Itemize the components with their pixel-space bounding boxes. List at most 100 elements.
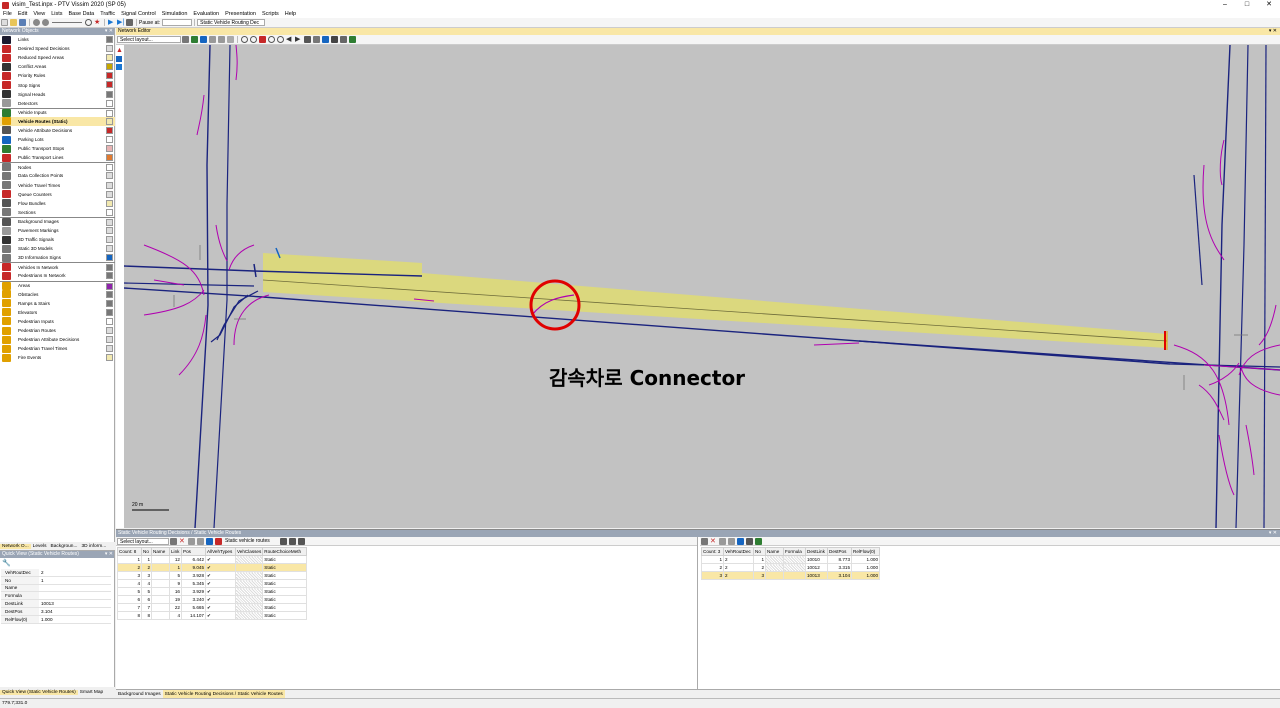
table-cell[interactable] — [151, 563, 170, 572]
table-row[interactable]: 5 5 16 3.929 ✔ Static — [117, 587, 308, 596]
edit-icon[interactable] — [701, 537, 708, 545]
link-right-ramp[interactable] — [1193, 174, 1203, 286]
step-icon[interactable]: ▶| — [117, 19, 124, 26]
network-object-color-swatch[interactable] — [106, 90, 113, 98]
table-cell[interactable]: 3 — [701, 571, 724, 580]
connector[interactable] — [1198, 384, 1225, 421]
column-header[interactable]: RouteChoiceMeth — [262, 547, 308, 556]
network-canvas[interactable]: 20 m 감속차로 Connector — [124, 45, 1280, 528]
table-cell[interactable]: 3.240 — [181, 595, 206, 604]
network-object-item[interactable]: 3D Traffic Signals — [0, 235, 115, 244]
network-object-item[interactable]: Public Transport Stops — [0, 144, 115, 153]
network-object-color-swatch[interactable] — [106, 308, 113, 316]
sort-icon[interactable] — [188, 537, 195, 545]
menu-presentation[interactable]: Presentation — [224, 11, 257, 17]
table-cell[interactable]: 10013 — [805, 571, 828, 580]
network-object-item[interactable]: Background Images — [0, 216, 115, 226]
network-object-color-swatch[interactable] — [106, 336, 113, 344]
network-object-item[interactable]: Ramps & Stairs — [0, 299, 115, 308]
undo-icon[interactable] — [33, 19, 40, 26]
relation-icon[interactable] — [215, 537, 222, 545]
table-cell[interactable] — [234, 595, 264, 604]
network-object-color-swatch[interactable] — [106, 226, 113, 234]
table-cell[interactable]: 7 — [117, 603, 142, 612]
link-turn-left-2[interactable] — [210, 294, 249, 343]
network-object-item[interactable]: Queue Counters — [0, 190, 115, 199]
quick-view-row[interactable]: No 1 — [1, 576, 111, 585]
zoom-window-icon[interactable] — [268, 36, 275, 43]
export-icon[interactable] — [298, 537, 305, 545]
layout-select[interactable]: Select layout... — [117, 36, 181, 43]
table-cell[interactable] — [151, 587, 170, 596]
column-header[interactable]: Count: 8 — [117, 547, 142, 556]
connector[interactable] — [228, 244, 255, 271]
connector[interactable] — [1245, 424, 1255, 476]
table-cell[interactable]: 3.104 — [827, 571, 852, 580]
panel-pin-close[interactable]: ▾ ✕ — [105, 28, 113, 35]
panel-pin-close[interactable]: ▾ ✕ — [1269, 530, 1277, 537]
tab-backgrounds[interactable]: Backgroun... — [49, 544, 80, 549]
column-header[interactable]: AllVehTypes — [205, 547, 236, 556]
quick-view-value[interactable]: 10013 — [39, 601, 54, 606]
table-cell[interactable]: ✔ — [205, 563, 236, 572]
network-object-color-swatch[interactable] — [106, 54, 113, 62]
menu-file[interactable]: File — [2, 11, 13, 17]
tab-quick-view[interactable]: Quick View (Static Vehicle Routes) — [0, 690, 78, 695]
connector[interactable] — [178, 314, 207, 376]
link-vertical-left-2[interactable] — [213, 45, 231, 528]
network-object-color-swatch[interactable] — [106, 245, 113, 253]
pause-at-input[interactable] — [162, 19, 193, 26]
network-object-color-swatch[interactable] — [106, 218, 113, 226]
quick-view-row[interactable]: Formula — [1, 592, 111, 601]
3d-mode-icon[interactable] — [331, 36, 338, 43]
network-object-item[interactable]: Pedestrian Inputs — [0, 317, 115, 326]
network-object-color-swatch[interactable] — [106, 36, 113, 43]
filter-icon[interactable] — [209, 36, 216, 43]
save-icon[interactable] — [19, 19, 26, 26]
maximize-button[interactable]: □ — [1236, 0, 1258, 10]
link-vertical-right-3[interactable] — [1263, 45, 1267, 528]
network-object-item[interactable]: Flow Bundles — [0, 199, 115, 208]
menu-view[interactable]: View — [32, 11, 46, 17]
network-object-color-swatch[interactable] — [106, 172, 113, 180]
quick-view-row[interactable]: VehRoutDec 2 — [1, 569, 111, 577]
network-object-color-swatch[interactable] — [106, 117, 113, 125]
relation-select[interactable]: Static vehicle routes — [223, 538, 279, 545]
export-icon[interactable] — [755, 537, 762, 545]
connector[interactable] — [235, 45, 238, 81]
column-header[interactable]: Count: 3 — [701, 547, 724, 556]
network-object-item[interactable]: Detectors — [0, 99, 115, 108]
column-header[interactable]: No — [753, 547, 766, 556]
tab-smart-map[interactable]: Smart Map — [78, 690, 105, 695]
link-stub[interactable] — [253, 263, 257, 278]
table-row[interactable]: 1 1 12 6.442 ✔ Static — [117, 555, 308, 564]
network-object-item[interactable]: Reduced Speed Areas — [0, 53, 115, 62]
table-cell[interactable]: 1.000 — [851, 571, 880, 580]
table-cell[interactable]: 2 — [753, 563, 766, 572]
zoom-all-icon[interactable] — [259, 36, 266, 43]
menu-lists[interactable]: Lists — [50, 11, 63, 17]
connector[interactable] — [1240, 366, 1280, 396]
column-header[interactable]: VehRoutDec — [723, 547, 754, 556]
tab-levels[interactable]: Levels — [31, 544, 49, 549]
table-cell[interactable] — [234, 603, 264, 612]
network-object-item[interactable]: Fire Events — [0, 353, 115, 362]
info-icon[interactable] — [116, 64, 122, 70]
quick-view-value[interactable]: 1 — [39, 578, 44, 583]
table-cell[interactable]: ✔ — [205, 587, 236, 596]
menu-edit[interactable]: Edit — [17, 11, 28, 17]
network-object-color-swatch[interactable] — [106, 136, 113, 144]
table-cell[interactable]: 4 — [117, 579, 142, 588]
column-header[interactable]: Name — [765, 547, 784, 556]
network-object-color-swatch[interactable] — [106, 208, 113, 216]
table-cell[interactable]: 3.315 — [827, 563, 852, 572]
network-object-color-swatch[interactable] — [106, 354, 113, 362]
table-row[interactable]: 7 7 22 5.665 ✔ Static — [117, 603, 308, 612]
table-cell[interactable]: ✔ — [205, 579, 236, 588]
table-cell[interactable]: 2 — [723, 563, 754, 572]
column-header[interactable]: Formula — [783, 547, 806, 556]
network-object-color-swatch[interactable] — [106, 63, 113, 71]
menu-evaluation[interactable]: Evaluation — [192, 11, 220, 17]
table-cell[interactable]: Static — [262, 603, 308, 612]
table-cell[interactable] — [783, 563, 806, 572]
